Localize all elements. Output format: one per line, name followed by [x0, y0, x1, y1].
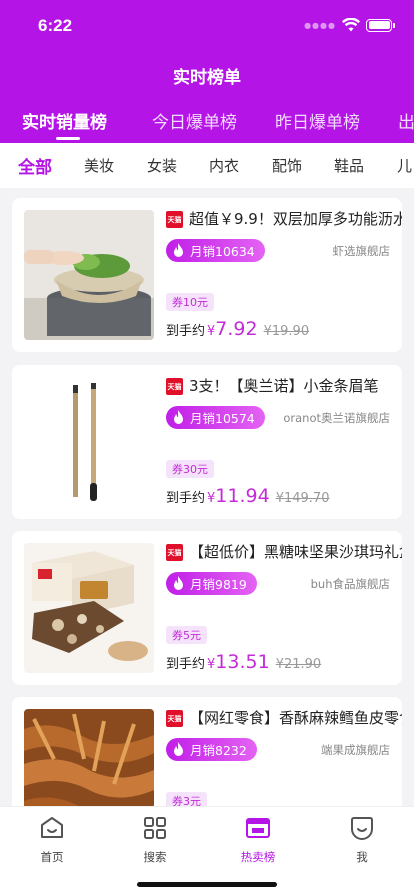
category-kids[interactable]: 儿: [397, 155, 412, 176]
header: 6:22 ●●●● 实时榜单 实时销量榜 今日爆单榜 昨日爆单榜 出: [0, 0, 414, 143]
tab-label: 搜索: [143, 850, 167, 864]
monthly-sales: 月销9819: [190, 577, 247, 592]
tab-hot-ranking[interactable]: 热卖榜: [218, 815, 298, 865]
tab-yesterday-hot[interactable]: 昨日爆单榜: [275, 108, 360, 133]
final-price: 13.51: [215, 651, 270, 673]
wifi-icon: [342, 18, 360, 32]
product-card[interactable]: 天猫 【超低价】黑糖味坚果沙琪玛礼盒 月销9819 buh食品旗舰店 券5元 到…: [12, 531, 402, 685]
category-shoes[interactable]: 鞋品: [334, 155, 364, 176]
tmall-badge: 天猫: [166, 378, 183, 395]
monthly-sales: 月销10574: [190, 411, 255, 426]
price-row: 到手约 ¥ 11.94 ¥149.70: [166, 485, 329, 507]
category-bar: 全部 美妆 女装 内衣 配饰 鞋品 儿: [0, 143, 414, 188]
product-title[interactable]: 【超低价】黑糖味坚果沙琪玛礼盒: [189, 541, 402, 562]
tab-label: 首页: [40, 850, 64, 864]
final-price: 7.92: [215, 318, 258, 340]
price-label: 到手约: [166, 324, 206, 339]
tab-profile[interactable]: 我: [322, 815, 402, 865]
product-title[interactable]: 超值￥9.9！双层加厚多功能沥水篮: [189, 208, 402, 229]
product-image[interactable]: [24, 210, 154, 340]
coupon-badge[interactable]: 券30元: [166, 460, 214, 478]
battery-icon: [366, 18, 395, 32]
currency-symbol: ¥: [207, 657, 216, 672]
tmall-badge: 天猫: [166, 211, 183, 228]
ranking-tabs: 实时销量榜 今日爆单榜 昨日爆单榜 出: [0, 108, 414, 143]
status-time: 6:22: [38, 16, 73, 35]
monthly-sales-badge: 月销10634: [166, 239, 265, 262]
product-title[interactable]: 【网红零食】香酥麻辣鳕鱼皮零食: [189, 707, 402, 728]
monthly-sales-badge: 月销9819: [166, 572, 257, 595]
tab-today-hot[interactable]: 今日爆单榜: [152, 108, 237, 133]
tab-label: 我: [356, 850, 368, 864]
shop-name: buh食品旗舰店: [310, 577, 390, 591]
tab-home[interactable]: 首页: [12, 815, 92, 865]
currency-symbol: ¥: [207, 491, 216, 506]
tmall-badge: 天猫: [166, 710, 183, 727]
ranking-icon: [246, 818, 270, 838]
shop-name: oranot奥兰诺旗舰店: [283, 411, 390, 425]
product-image[interactable]: [24, 377, 154, 507]
original-price: ¥149.70: [275, 491, 330, 506]
tab-realtime-sales[interactable]: 实时销量榜: [22, 108, 107, 133]
product-card[interactable]: 天猫 超值￥9.9！双层加厚多功能沥水篮 月销10634 虾选旗舰店 券10元 …: [12, 198, 402, 352]
tmall-badge: 天猫: [166, 544, 183, 561]
category-women[interactable]: 女装: [147, 155, 177, 176]
tab-label: 热卖榜: [240, 850, 276, 864]
signal-icon: ●●●●: [304, 20, 336, 30]
product-card[interactable]: 天猫 3支！【奥兰诺】小金条眉笔 月销10574 oranot奥兰诺旗舰店 券3…: [12, 365, 402, 519]
monthly-sales: 月销8232: [190, 743, 247, 758]
final-price: 11.94: [215, 485, 270, 507]
grid-icon: [144, 817, 166, 839]
monthly-sales-badge: 月销8232: [166, 738, 257, 761]
home-indicator[interactable]: [137, 882, 277, 887]
coupon-badge[interactable]: 券10元: [166, 293, 214, 311]
original-price: ¥19.90: [263, 324, 310, 339]
fire-icon: [174, 576, 183, 590]
original-price: ¥21.90: [275, 657, 322, 672]
status-bar: 6:22 ●●●●: [0, 0, 414, 50]
price-row: 到手约 ¥ 13.51 ¥21.90: [166, 651, 321, 673]
category-accessories[interactable]: 配饰: [272, 155, 302, 176]
coupon-badge[interactable]: 券5元: [166, 626, 207, 644]
shop-name: 端果成旗舰店: [321, 743, 390, 757]
category-all[interactable]: 全部: [18, 153, 52, 178]
product-image[interactable]: [24, 543, 154, 673]
home-icon: [41, 817, 63, 838]
category-beauty[interactable]: 美妆: [84, 155, 114, 176]
category-underwear[interactable]: 内衣: [209, 155, 239, 176]
tab-more[interactable]: 出: [398, 108, 414, 133]
active-tab-indicator: [56, 137, 80, 140]
currency-symbol: ¥: [207, 324, 216, 339]
fire-icon: [174, 243, 183, 257]
status-icons: ●●●●: [304, 18, 395, 32]
shop-name: 虾选旗舰店: [332, 244, 391, 258]
price-label: 到手约: [166, 657, 206, 672]
tab-search[interactable]: 搜索: [115, 815, 195, 865]
monthly-sales: 月销10634: [190, 244, 255, 259]
price-row: 到手约 ¥ 7.92 ¥19.90: [166, 318, 309, 340]
profile-icon: [351, 817, 373, 840]
monthly-sales-badge: 月销10574: [166, 406, 265, 429]
fire-icon: [174, 410, 183, 424]
product-title[interactable]: 3支！【奥兰诺】小金条眉笔: [189, 375, 402, 396]
page-title: 实时榜单: [173, 68, 241, 88]
price-label: 到手约: [166, 491, 206, 506]
fire-icon: [174, 742, 183, 756]
